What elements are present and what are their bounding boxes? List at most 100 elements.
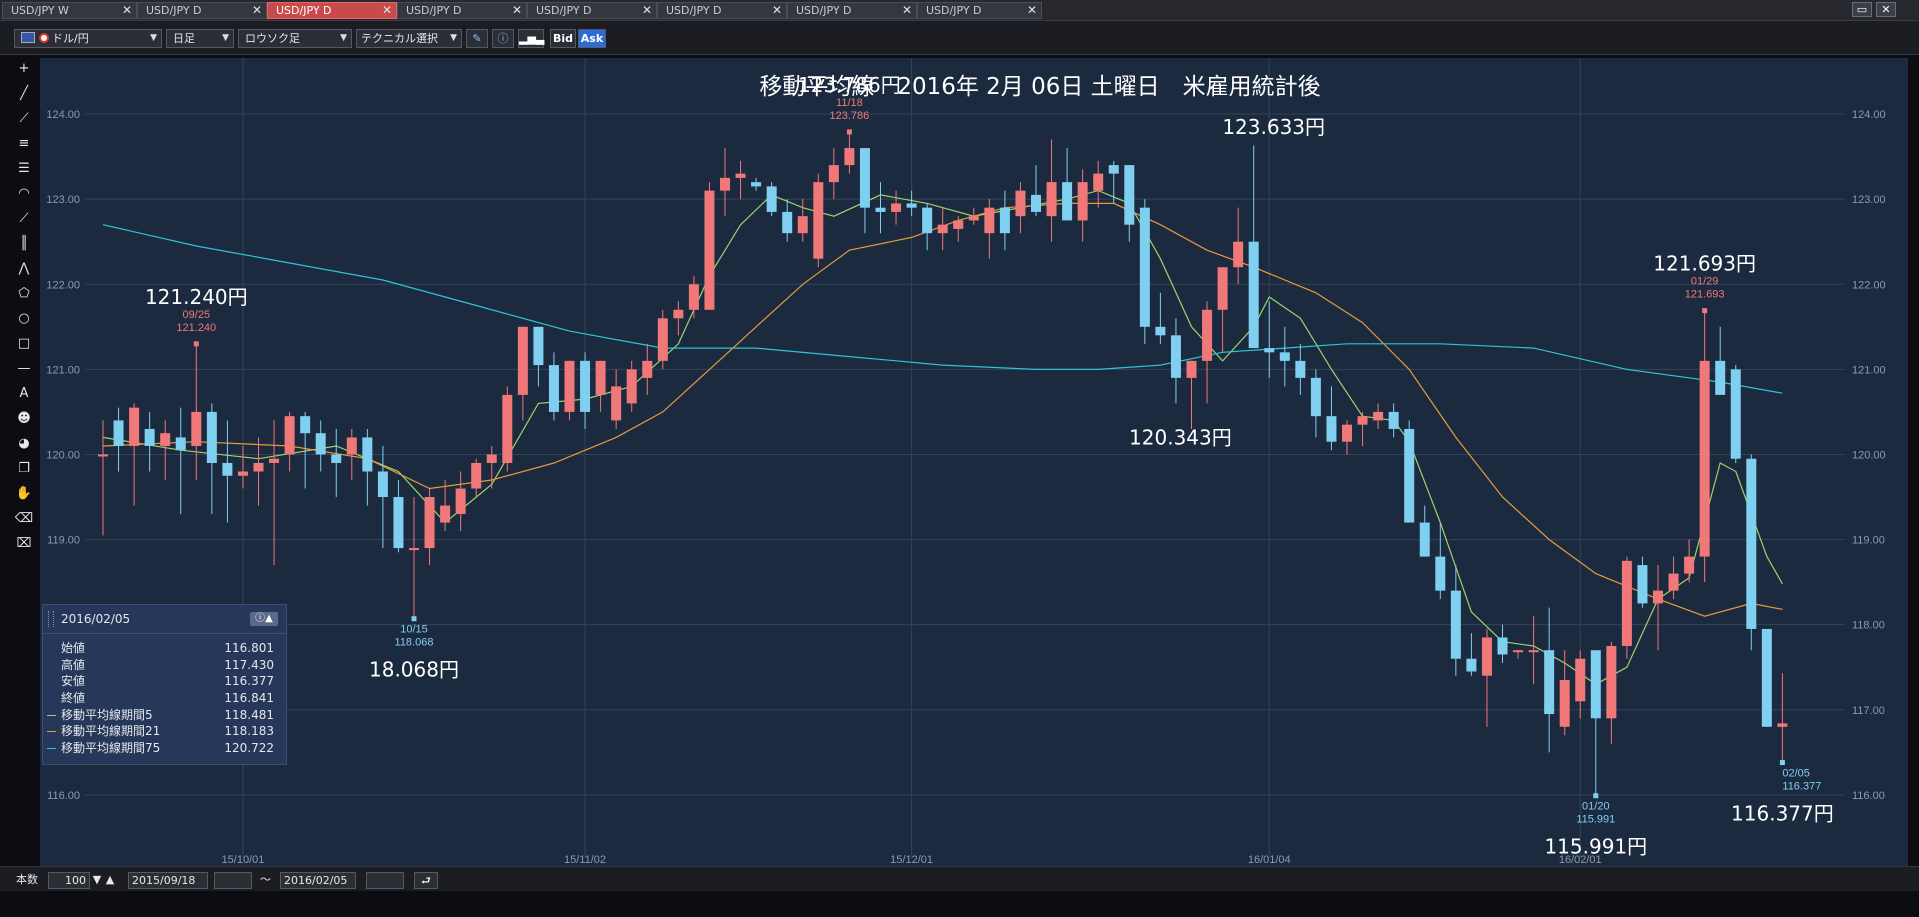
candle-down <box>393 497 404 549</box>
candle-up <box>160 433 171 446</box>
tab-4[interactable]: USD/JPY D ✕ <box>397 2 527 19</box>
cycle-lines-icon[interactable]: ║ <box>13 233 35 254</box>
candle-down <box>1326 416 1337 442</box>
candle-up <box>611 386 622 421</box>
symbol-select[interactable]: ドル/円 ▼ <box>14 29 162 48</box>
hline-icon[interactable]: — <box>13 358 35 379</box>
timeframe-label: 日足 <box>173 32 195 45</box>
to-date-input[interactable]: 2016/02/05 <box>280 872 356 889</box>
tab-label: USD/JPY D <box>536 4 592 17</box>
tab-1[interactable]: USD/JPY W ✕ <box>2 2 137 19</box>
chart-type-select[interactable]: ロウソク足 ▼ <box>238 29 352 48</box>
tab-label: USD/JPY D <box>146 4 202 17</box>
close-icon[interactable]: ✕ <box>382 3 392 18</box>
fibonacci-icon[interactable]: ☰ <box>13 158 35 179</box>
drag-handle-icon[interactable] <box>48 611 54 627</box>
bid-button[interactable]: Bid <box>550 29 576 48</box>
info-collapse-icon[interactable]: ⓘ▲ <box>250 612 278 626</box>
hand-icon[interactable]: ✋ <box>13 483 35 504</box>
candle-up <box>1513 650 1524 653</box>
count-down-icon[interactable]: ▼ <box>91 872 103 889</box>
marker-price-annotation: 121.240円 <box>145 285 248 309</box>
candle-up <box>642 360 653 378</box>
candle-up <box>1684 556 1695 574</box>
from-date-input[interactable]: 2015/09/18 <box>128 872 208 889</box>
tab-6[interactable]: USD/JPY D ✕ <box>657 2 787 19</box>
candle-up <box>424 497 435 549</box>
marker-date-label: 10/15 <box>400 624 428 636</box>
count-input[interactable]: 100 <box>48 872 90 889</box>
close-icon[interactable]: ✕ <box>252 3 262 18</box>
tab-3[interactable]: USD/JPY D ✕ <box>267 2 397 19</box>
pitchfork-icon[interactable]: ⋀ <box>13 258 35 279</box>
ask-button[interactable]: Ask <box>578 29 606 48</box>
y-tick-label-left: 122.00 <box>46 279 80 291</box>
candle-down <box>144 428 155 446</box>
circle-icon[interactable]: ○ <box>13 308 35 329</box>
hlines-icon[interactable]: ≡ <box>13 133 35 154</box>
fib-arc-icon[interactable]: ◠ <box>13 183 35 204</box>
close-icon[interactable]: ✕ <box>512 3 522 18</box>
candle-down <box>315 433 326 455</box>
info-value: 117.430 <box>224 657 274 672</box>
close-icon[interactable]: ✕ <box>642 3 652 18</box>
rectangle-icon[interactable]: □ <box>13 333 35 354</box>
y-tick-label-right: 117.00 <box>1852 705 1885 717</box>
candle-up <box>1373 411 1384 421</box>
count-up-icon[interactable]: ▲ <box>104 872 116 889</box>
info-panel-header[interactable]: 2016/02/05 ⓘ▲ <box>43 605 286 634</box>
polygon-icon[interactable]: ⬠ <box>13 283 35 304</box>
return-icon[interactable]: ⮐ <box>414 872 438 889</box>
technical-select[interactable]: テクニカル選択 ▼ <box>356 29 462 48</box>
trendline-icon[interactable]: ╱ <box>13 83 35 104</box>
candle-up <box>1015 190 1026 217</box>
volume-icon[interactable]: ▂▅▃ <box>518 29 544 48</box>
marker-date-label: 02/05 <box>1782 768 1810 780</box>
candle-up <box>1668 573 1679 591</box>
emoji-icon[interactable]: ☻ <box>13 408 35 429</box>
close-icon[interactable]: ✕ <box>122 3 132 18</box>
tab-8[interactable]: USD/JPY D ✕ <box>917 2 1042 19</box>
candle-down <box>1264 348 1275 353</box>
candle-down <box>1139 207 1150 327</box>
info-row: 安値 116.377 <box>43 673 286 690</box>
eraser-all-icon[interactable]: ⌧ <box>13 533 35 554</box>
tab-7[interactable]: USD/JPY D ✕ <box>787 2 917 19</box>
x-tick-label: 15/12/01 <box>890 854 933 866</box>
close-icon[interactable]: ✕ <box>1027 3 1037 18</box>
candle-up <box>1777 723 1788 727</box>
pen-icon[interactable]: ✎ <box>466 29 488 48</box>
info-label: 終値 <box>61 691 86 706</box>
close-window-button[interactable]: ✕ <box>1876 2 1896 17</box>
y-tick-label-right: 119.00 <box>1852 535 1885 547</box>
text-icon[interactable]: A <box>13 383 35 404</box>
ruler-icon[interactable]: ⟋ <box>13 108 35 129</box>
info-icon[interactable]: ⓘ <box>492 29 514 48</box>
from-time-input[interactable] <box>214 872 252 889</box>
to-time-input[interactable] <box>366 872 404 889</box>
price-annotation: 123.633円 <box>1222 115 1325 139</box>
timeframe-select[interactable]: 日足 ▼ <box>166 29 234 48</box>
chart-area[interactable]: 115.00115.00116.00116.00117.00117.00118.… <box>40 58 1908 866</box>
restore-window-button[interactable]: ▭ <box>1852 2 1872 17</box>
close-icon[interactable]: ✕ <box>772 3 782 18</box>
tab-bar: USD/JPY W ✕ USD/JPY D ✕ USD/JPY D ✕ USD/JPY… <box>0 0 1919 21</box>
candle-down <box>1170 335 1181 378</box>
tab-2[interactable]: USD/JPY D ✕ <box>137 2 267 19</box>
marker-value-label: 116.377 <box>1782 781 1821 793</box>
fan-icon[interactable]: ⟋ <box>13 208 35 229</box>
eraser-icon[interactable]: ⌫ <box>13 508 35 529</box>
crosshair-icon[interactable]: + <box>13 58 35 79</box>
candle-up <box>657 318 668 361</box>
close-icon[interactable]: ✕ <box>902 3 912 18</box>
candle-up <box>98 454 108 457</box>
candle-down <box>1419 522 1430 557</box>
info-label: 移動平均線期間21 <box>61 724 161 739</box>
candle-up <box>1077 182 1088 221</box>
extreme-marker <box>1593 793 1599 799</box>
tab-5[interactable]: USD/JPY D ✕ <box>527 2 657 19</box>
paint-icon[interactable]: ◕ <box>13 433 35 454</box>
candle-up <box>1357 416 1368 425</box>
copy-icon[interactable]: ❐ <box>13 458 35 479</box>
candle-down <box>533 326 544 366</box>
